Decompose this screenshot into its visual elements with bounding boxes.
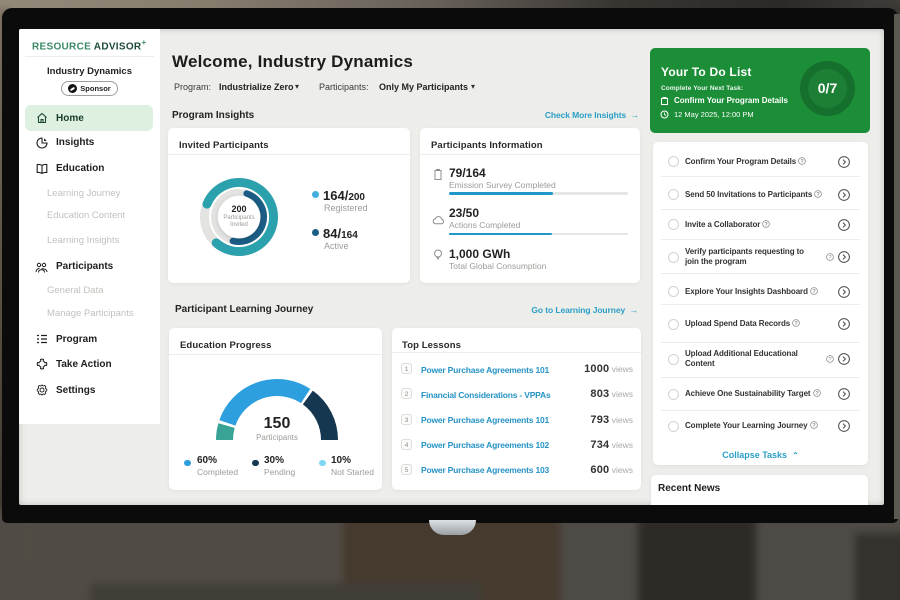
svg-text:?: ? [828,357,831,363]
svg-text:?: ? [828,255,831,261]
